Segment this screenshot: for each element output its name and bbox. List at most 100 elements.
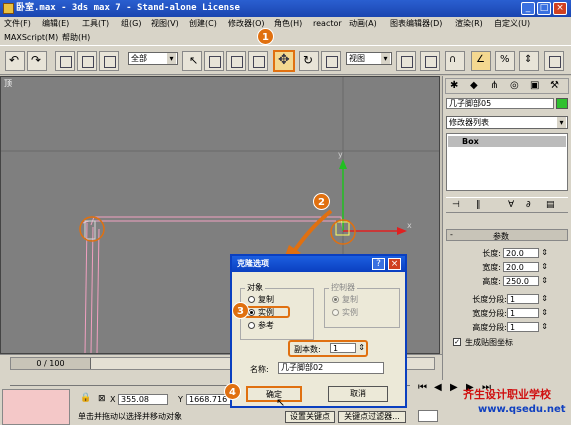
rect-selection-button[interactable] bbox=[226, 51, 246, 71]
callout-4: 4 bbox=[224, 383, 241, 400]
menu-group[interactable]: 组(G) bbox=[121, 17, 141, 31]
link-button[interactable] bbox=[55, 51, 75, 71]
current-frame-field[interactable] bbox=[418, 410, 438, 422]
menu-views[interactable]: 视图(V) bbox=[151, 17, 179, 31]
menu-edit[interactable]: 编辑(E) bbox=[42, 17, 69, 31]
menu-bar: 文件(F) 编辑(E) 工具(T) 组(G) 视图(V) 创建(C) 修改器(O… bbox=[0, 17, 571, 45]
copies-spinner[interactable]: 1 bbox=[330, 343, 365, 353]
angle-snap-button[interactable]: ∠ bbox=[471, 51, 491, 71]
go-to-start-icon[interactable]: ⏮ bbox=[418, 382, 427, 393]
help-button[interactable]: ? bbox=[372, 258, 385, 270]
dialog-close-button[interactable]: × bbox=[388, 258, 401, 270]
height-segs-spinner[interactable]: 1 bbox=[507, 322, 548, 332]
menu-maxscript[interactable]: MAXScript(M) bbox=[4, 31, 58, 45]
menu-graph-editors[interactable]: 图表编辑器(D) bbox=[390, 17, 442, 31]
percent-snap-button[interactable]: % bbox=[495, 51, 515, 71]
radio-instance[interactable] bbox=[248, 309, 255, 316]
show-end-result-icon[interactable]: ‖ bbox=[476, 200, 481, 210]
close-button[interactable]: × bbox=[553, 2, 567, 15]
length-spinner[interactable]: 20.0 bbox=[503, 248, 548, 258]
object-color-swatch[interactable] bbox=[556, 98, 568, 109]
redo-button[interactable]: ↷ bbox=[27, 51, 47, 71]
key-filters-button[interactable]: 关键点过滤器... bbox=[338, 411, 406, 423]
copies-label: 副本数: bbox=[294, 345, 321, 354]
named-selection-button[interactable] bbox=[544, 51, 564, 71]
stack-item-box[interactable]: Box bbox=[448, 136, 566, 147]
status-prompt: 单击并拖动以选择并移动对象 bbox=[78, 412, 182, 421]
menu-tools[interactable]: 工具(T) bbox=[82, 17, 109, 31]
modify-tab-icon[interactable]: ◆ bbox=[470, 80, 478, 91]
clone-name-field[interactable]: 几子脚部02 bbox=[278, 362, 384, 374]
motion-tab-icon[interactable]: ◎ bbox=[510, 80, 519, 91]
menu-help[interactable]: 帮助(H) bbox=[62, 31, 90, 45]
menu-file[interactable]: 文件(F) bbox=[4, 17, 31, 31]
select-and-move-button[interactable]: ✥ bbox=[273, 50, 295, 72]
width-segs-spinner[interactable]: 1 bbox=[507, 308, 548, 318]
time-slider-thumb[interactable]: 0 / 100 bbox=[11, 358, 91, 369]
watermark-school: 齐生设计职业学校 bbox=[463, 388, 551, 401]
x-coord-field[interactable]: 355.08 bbox=[118, 394, 168, 405]
menu-character[interactable]: 角色(H) bbox=[274, 17, 302, 31]
pivot-center-button[interactable] bbox=[396, 51, 416, 71]
manipulate-button[interactable] bbox=[420, 51, 440, 71]
dialog-title: 克隆选项 bbox=[237, 259, 269, 268]
select-object-button[interactable]: ↖ bbox=[182, 51, 202, 71]
cancel-button[interactable]: 取消 bbox=[328, 386, 388, 402]
redo-icon: ↷ bbox=[31, 53, 42, 67]
height-spinner[interactable]: 250.0 bbox=[503, 276, 548, 286]
reference-coord-dropdown[interactable]: 视图 bbox=[346, 52, 392, 65]
menu-reactor[interactable]: reactor bbox=[313, 17, 342, 31]
make-unique-icon[interactable]: ∀ bbox=[508, 200, 514, 210]
play-icon[interactable]: ▶ bbox=[450, 382, 458, 393]
window-crossing-button[interactable] bbox=[248, 51, 268, 71]
radio-copy[interactable] bbox=[248, 296, 255, 303]
snap-toggle-button[interactable]: ∩ bbox=[445, 51, 465, 71]
width-spinner[interactable]: 20.0 bbox=[503, 262, 548, 272]
undo-button[interactable]: ↶ bbox=[5, 51, 25, 71]
absolute-mode-icon[interactable]: ⊠ bbox=[98, 394, 106, 404]
menu-rendering[interactable]: 渲染(R) bbox=[455, 17, 483, 31]
minimize-button[interactable]: _ bbox=[521, 2, 535, 15]
configure-sets-icon[interactable]: ▤ bbox=[546, 200, 555, 210]
menu-modifiers[interactable]: 修改器(O) bbox=[228, 17, 265, 31]
modifier-stack[interactable]: Box bbox=[446, 133, 568, 191]
ok-button[interactable]: 确定 bbox=[246, 386, 302, 402]
menu-create[interactable]: 创建(C) bbox=[189, 17, 217, 31]
maxscript-listener[interactable] bbox=[2, 389, 70, 425]
object-name-field[interactable]: 几子脚部05 bbox=[446, 98, 554, 109]
parameters-rollout-header[interactable]: - 参数 bbox=[446, 229, 568, 241]
menu-animation[interactable]: 动画(A) bbox=[349, 17, 377, 31]
spinner-snap-button[interactable]: ⇕ bbox=[519, 51, 539, 71]
menu-customize[interactable]: 自定义(U) bbox=[494, 17, 530, 31]
modifier-list-dropdown[interactable]: 修改器列表 bbox=[446, 116, 568, 129]
select-by-name-button[interactable] bbox=[204, 51, 224, 71]
help-icon: ? bbox=[376, 259, 381, 269]
angle-snap-icon: ∠ bbox=[476, 54, 485, 65]
utilities-tab-icon[interactable]: ⚒ bbox=[550, 80, 559, 91]
radio-reference[interactable] bbox=[248, 322, 255, 329]
pin-stack-icon[interactable]: ⊣ bbox=[452, 200, 460, 210]
radio-ctrl-instance bbox=[332, 309, 339, 316]
select-and-scale-button[interactable] bbox=[321, 51, 341, 71]
lock-selection-icon[interactable]: 🔒 bbox=[80, 393, 91, 403]
height-segs-label: 高度分段: bbox=[472, 323, 507, 332]
width-segs-label: 宽度分段: bbox=[472, 309, 507, 318]
prev-frame-icon[interactable]: ◀ bbox=[434, 382, 442, 393]
create-tab-icon[interactable]: ✱ bbox=[450, 80, 458, 91]
maximize-button[interactable]: □ bbox=[537, 2, 551, 15]
command-panel: ✱ ◆ ⋔ ◎ ▣ ⚒ 几子脚部05 修改器列表 Box ⊣ ‖ ∀ ∂ ▤ -… bbox=[442, 76, 571, 406]
close-icon: × bbox=[390, 259, 399, 269]
unlink-button[interactable] bbox=[77, 51, 97, 71]
bind-spacewarp-button[interactable] bbox=[99, 51, 119, 71]
set-key-button[interactable]: 设置关键点 bbox=[285, 411, 335, 423]
hierarchy-tab-icon[interactable]: ⋔ bbox=[490, 80, 498, 91]
length-segs-spinner[interactable]: 1 bbox=[507, 294, 548, 304]
select-and-rotate-button[interactable]: ↻ bbox=[299, 51, 319, 71]
callout-1: 1 bbox=[257, 28, 274, 45]
remove-modifier-icon[interactable]: ∂ bbox=[526, 200, 531, 210]
radio-reference-label: 参考 bbox=[258, 321, 274, 330]
display-tab-icon[interactable]: ▣ bbox=[530, 80, 539, 91]
gen-mapping-checkbox[interactable]: ✓ bbox=[453, 338, 461, 346]
selection-filter-dropdown[interactable]: 全部 bbox=[128, 52, 178, 65]
gen-mapping-label: 生成贴图坐标 bbox=[465, 338, 513, 347]
